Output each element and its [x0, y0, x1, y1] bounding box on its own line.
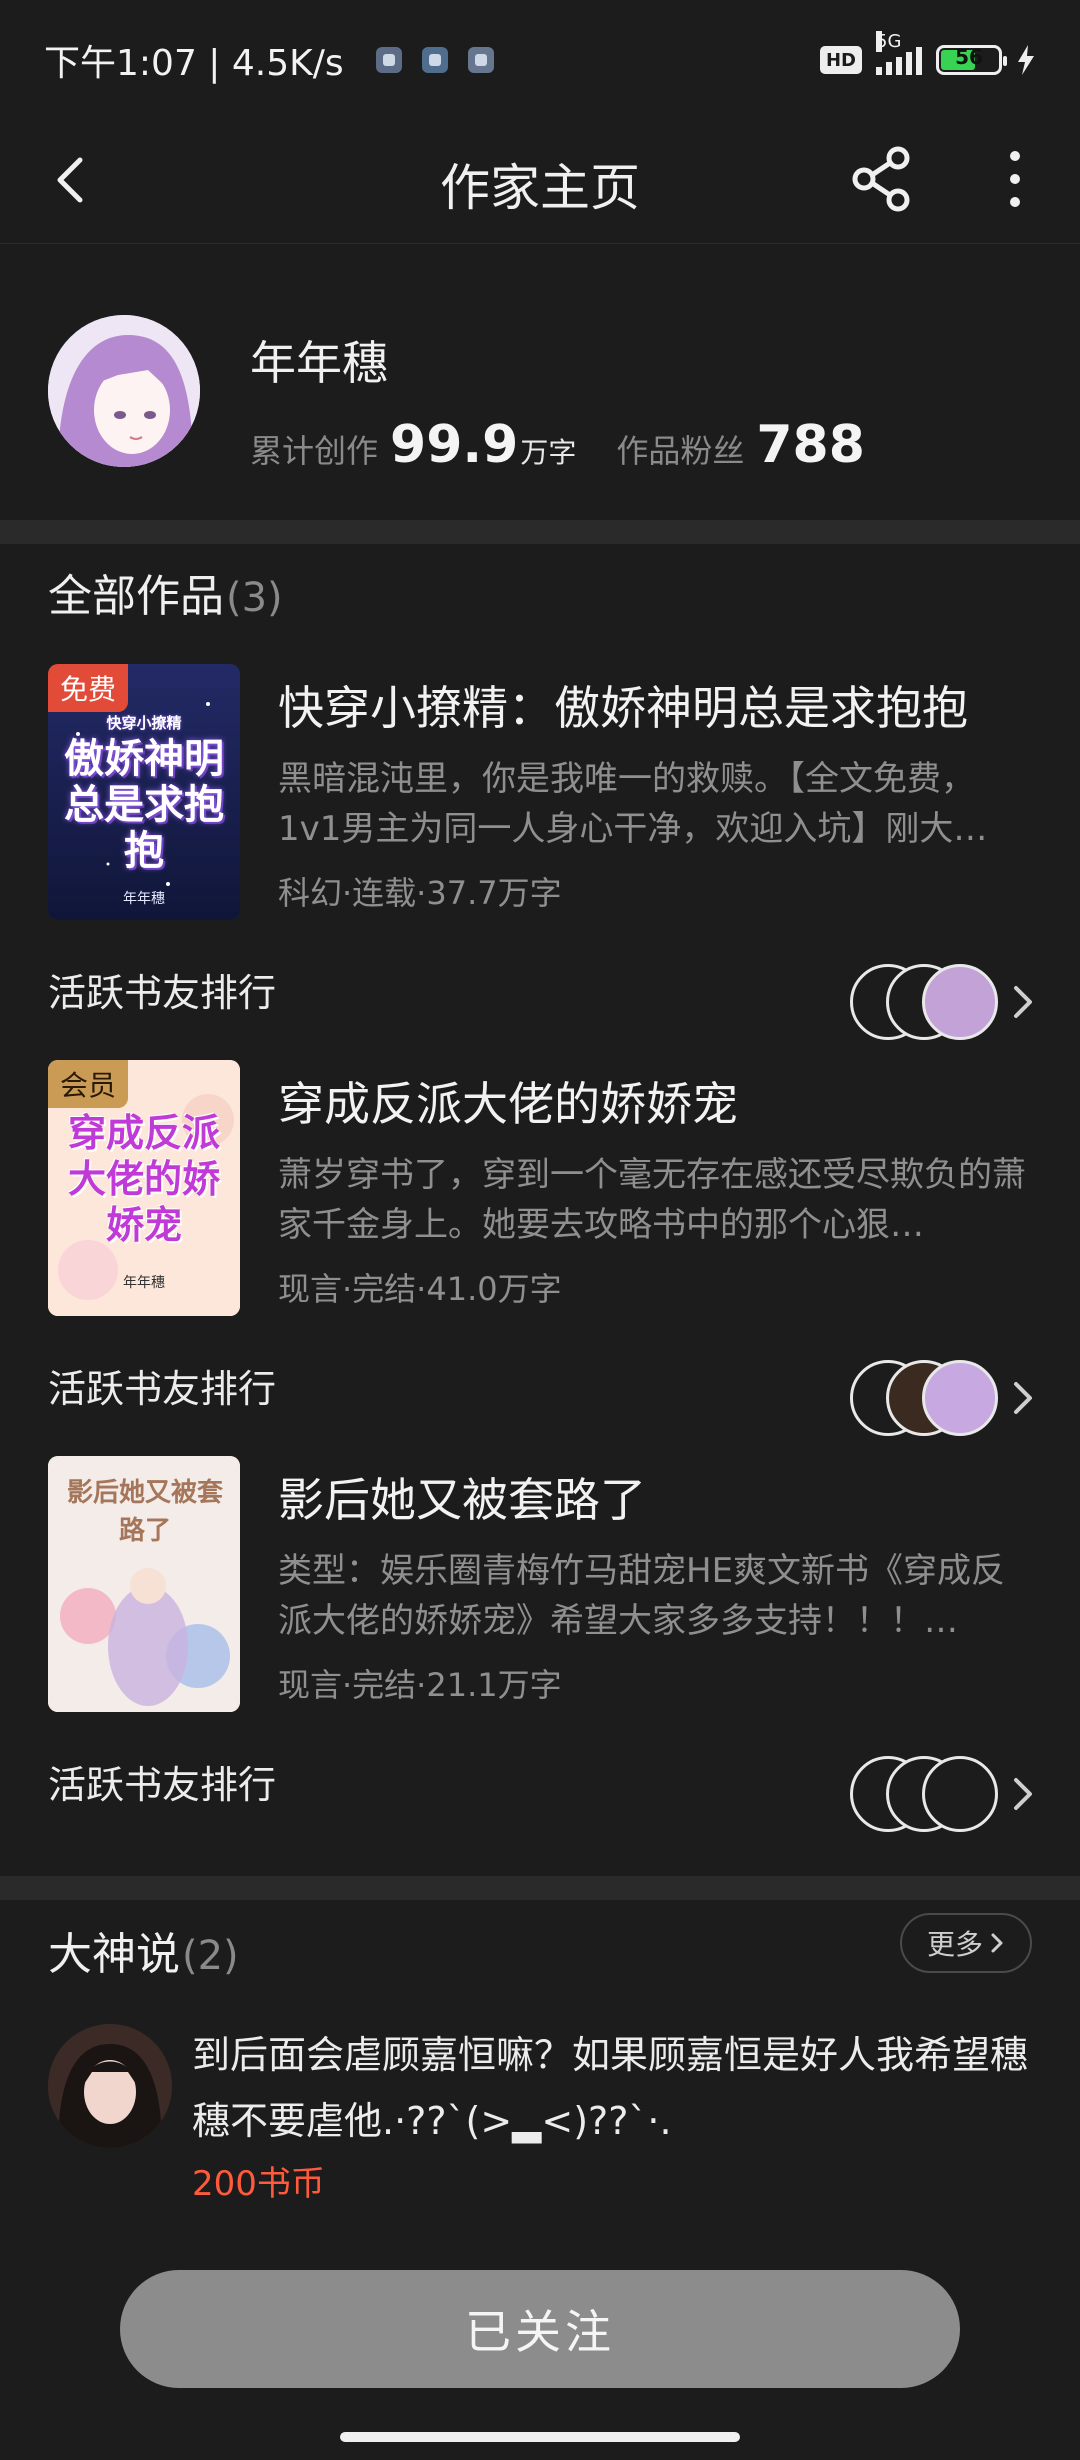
- book-cover: 快穿小撩精 傲娇神明总是求抱抱 年年穗 免费: [48, 664, 240, 920]
- rank-label: 活跃书友排行: [48, 971, 277, 1015]
- comment-text: 到后面会虐顾嘉恒嘛？如果顾嘉恒是好人我希望穗穗不要虐他.·??`(>▂<)??`…: [192, 2033, 1029, 2143]
- book-title: 影后她又被套路了: [278, 1473, 646, 1527]
- more-button[interactable]: [990, 144, 1040, 214]
- cover-author: 年年穗: [123, 891, 165, 907]
- chevron-right-icon: [991, 1933, 1003, 1953]
- book-cover: 影后她又被套路了: [48, 1456, 240, 1712]
- share-button[interactable]: [848, 144, 918, 214]
- works-value: 99.9: [390, 415, 519, 475]
- author-stats: 累计创作 99.9 万字 作品粉丝 788: [250, 415, 865, 475]
- reader-avatar: [922, 1756, 998, 1832]
- signal-icon: 5G: [876, 31, 922, 75]
- book-description: 类型：娱乐圈青梅竹马甜宠HE爽文新书《穿成反派大佬的娇娇宠》希望大家多多支持！！…: [278, 1551, 1006, 1641]
- cover-title: 穿成反派大佬的娇娇宠: [67, 1111, 220, 1247]
- more-comments-button[interactable]: 更多: [900, 1913, 1032, 1973]
- reader-avatar: [922, 964, 998, 1040]
- fans-value: 788: [756, 415, 865, 475]
- book-item[interactable]: 快穿小撩精 傲娇神明总是求抱抱 年年穗 免费 快穿小撩精：傲娇神明总是求抱抱 黑…: [0, 664, 1080, 924]
- status-bar: 下午1:07 | 4.5K/s HD 5G 56: [0, 0, 1080, 120]
- nav-bar: 作家主页: [0, 120, 1080, 244]
- book-meta: 现言·完结·41.0万字: [278, 1270, 562, 1308]
- follow-button[interactable]: 已关注: [120, 2270, 960, 2388]
- battery-icon: 56: [936, 45, 1007, 75]
- chevron-right-icon: [1014, 1778, 1032, 1810]
- fans-label: 作品粉丝: [616, 432, 745, 470]
- author-name: 年年穗: [250, 336, 388, 390]
- book-meta: 现言·完结·21.1万字: [278, 1666, 562, 1704]
- book-description: 萧岁穿书了，穿到一个毫无存在感还受尽欺负的萧家千金身上。她要去攻略书中的那个心狠…: [278, 1155, 1026, 1245]
- more-label: 更多: [926, 1928, 983, 1961]
- chevron-right-icon: [1014, 1382, 1032, 1414]
- book-cover: 穿成反派大佬的娇娇宠 年年穗 会员: [48, 1060, 240, 1316]
- rank-label: 活跃书友排行: [48, 1367, 277, 1411]
- book-item[interactable]: 影后她又被套路了 影后她又被套路了 类型：娱乐圈青梅竹马甜宠HE爽文新书《穿成反…: [0, 1456, 1080, 1716]
- dashen-section-title: 大神说(2): [48, 1918, 239, 1982]
- cover-title: 傲娇神明总是求抱抱: [64, 736, 224, 874]
- book-title: 快穿小撩精：傲娇神明总是求抱抱: [278, 681, 968, 735]
- works-section-title: 全部作品(3): [48, 560, 283, 624]
- page-title: 作家主页: [440, 159, 640, 217]
- author-card: 年年穗 累计创作 99.9 万字 作品粉丝 788: [0, 245, 1080, 520]
- section-divider: [0, 520, 1080, 544]
- book-meta: 科幻·连载·37.7万字: [278, 874, 562, 912]
- notification-app-icon: [467, 47, 494, 73]
- active-readers-rank-row[interactable]: 活跃书友排行: [0, 1742, 1080, 1832]
- works-label: 累计创作: [250, 432, 379, 470]
- hd-icon: HD: [819, 46, 862, 74]
- active-readers-rank-row[interactable]: 活跃书友排行: [0, 1346, 1080, 1436]
- chevron-right-icon: [1014, 986, 1032, 1018]
- cover-subtitle: 快穿小撩精: [106, 714, 182, 732]
- network-type: 5G: [876, 31, 902, 52]
- reader-avatar: [922, 1360, 998, 1436]
- notification-app-icon: [421, 47, 448, 73]
- reader-avatars: [850, 964, 1000, 1040]
- works-count: (3): [226, 575, 283, 621]
- reader-avatars: [850, 1360, 1000, 1436]
- free-badge: 免费: [48, 664, 129, 712]
- status-time: 下午1:07 | 4.5K/s: [44, 43, 344, 84]
- section-divider: [0, 1876, 1080, 1900]
- book-item[interactable]: 穿成反派大佬的娇娇宠 年年穗 会员 穿成反派大佬的娇娇宠 萧岁穿书了，穿到一个毫…: [0, 1060, 1080, 1320]
- works-title: 全部作品: [48, 571, 224, 622]
- dashen-title: 大神说: [48, 1929, 180, 1980]
- more-vertical-icon: [1010, 151, 1020, 207]
- comment-reward: 200书币: [192, 2164, 325, 2204]
- cover-title: 影后她又被套路了: [66, 1478, 223, 1546]
- home-indicator[interactable]: [340, 2432, 740, 2442]
- author-avatar[interactable]: [48, 315, 200, 467]
- book-title: 穿成反派大佬的娇娇宠: [278, 1077, 738, 1131]
- book-description: 黑暗混沌里，你是我唯一的救赎。【全文免费，1v1男主为同一人身心干净，欢迎入坑】…: [278, 759, 988, 849]
- rank-label: 活跃书友排行: [48, 1763, 277, 1807]
- vip-badge: 会员: [48, 1060, 129, 1108]
- charging-icon: [1018, 45, 1034, 75]
- dashen-count: (2): [182, 1933, 239, 1979]
- works-unit: 万字: [520, 436, 577, 469]
- cover-author: 年年穗: [123, 1275, 165, 1291]
- battery-level: 56: [955, 45, 983, 69]
- commenter-avatar[interactable]: [48, 2024, 172, 2148]
- share-icon: [852, 146, 910, 212]
- notification-app-icon: [375, 47, 402, 73]
- reader-avatars: [850, 1756, 1000, 1832]
- active-readers-rank-row[interactable]: 活跃书友排行: [0, 950, 1080, 1040]
